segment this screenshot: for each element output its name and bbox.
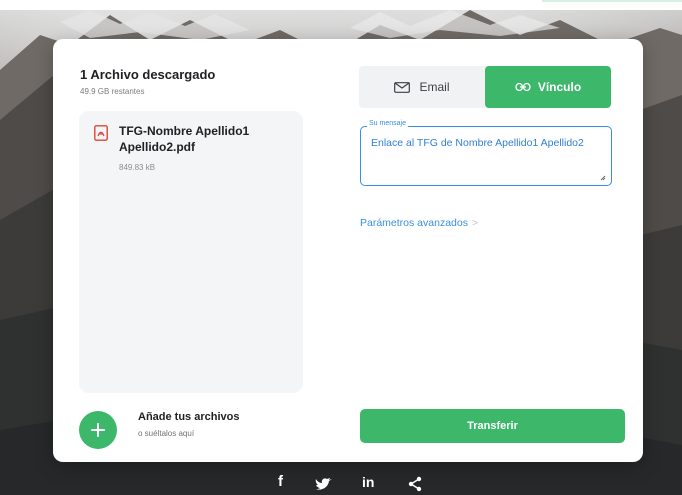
twitter-icon[interactable] [315,477,333,492]
share-method-toggle: Email Vínculo [359,66,611,108]
plus-icon [91,423,105,437]
advanced-settings-label: Parámetros avanzados [360,217,468,229]
transfer-card: 1 Archivo descargado 49.9 GB restantes T… [53,39,643,462]
message-textarea[interactable]: Su mensaje Enlace al TFG de Nombre Apell… [360,120,612,186]
message-text[interactable]: Enlace al TFG de Nombre Apellido1 Apelli… [371,138,596,149]
top-accent-bar [542,0,682,2]
add-files-label[interactable]: Añade tus archivos [138,411,239,423]
message-label: Su mensaje [367,120,408,127]
linkedin-icon[interactable]: in [362,474,374,490]
tab-link-label: Vínculo [537,80,582,94]
add-files-button[interactable] [79,411,117,449]
drop-files-hint: o suéltalos aquí [138,429,195,438]
tab-link[interactable]: Vínculo [485,66,611,108]
remaining-storage: 49.9 GB restantes [80,87,145,96]
advanced-settings-link[interactable]: Parámetros avanzados > [360,217,478,229]
download-count-title: 1 Archivo descargado [80,67,216,82]
transfer-button-label: Transferir [467,420,518,432]
share-icon[interactable] [407,476,423,492]
envelope-icon [394,81,411,93]
facebook-icon[interactable]: f [278,473,283,490]
tab-email-label: Email [419,80,450,94]
file-list-panel: TFG-Nombre Apellido1 Apellido2.pdf 849.8… [79,111,303,393]
chevron-right-icon: > [471,217,479,229]
link-icon [515,82,531,92]
file-name: TFG-Nombre Apellido1 Apellido2.pdf [119,124,250,154]
tab-email[interactable]: Email [359,66,485,108]
resize-handle-icon[interactable] [600,175,606,181]
pdf-file-icon [94,125,108,141]
transfer-button[interactable]: Transferir [360,409,625,443]
social-links: f in [270,473,440,495]
file-size: 849.83 kB [119,163,156,172]
